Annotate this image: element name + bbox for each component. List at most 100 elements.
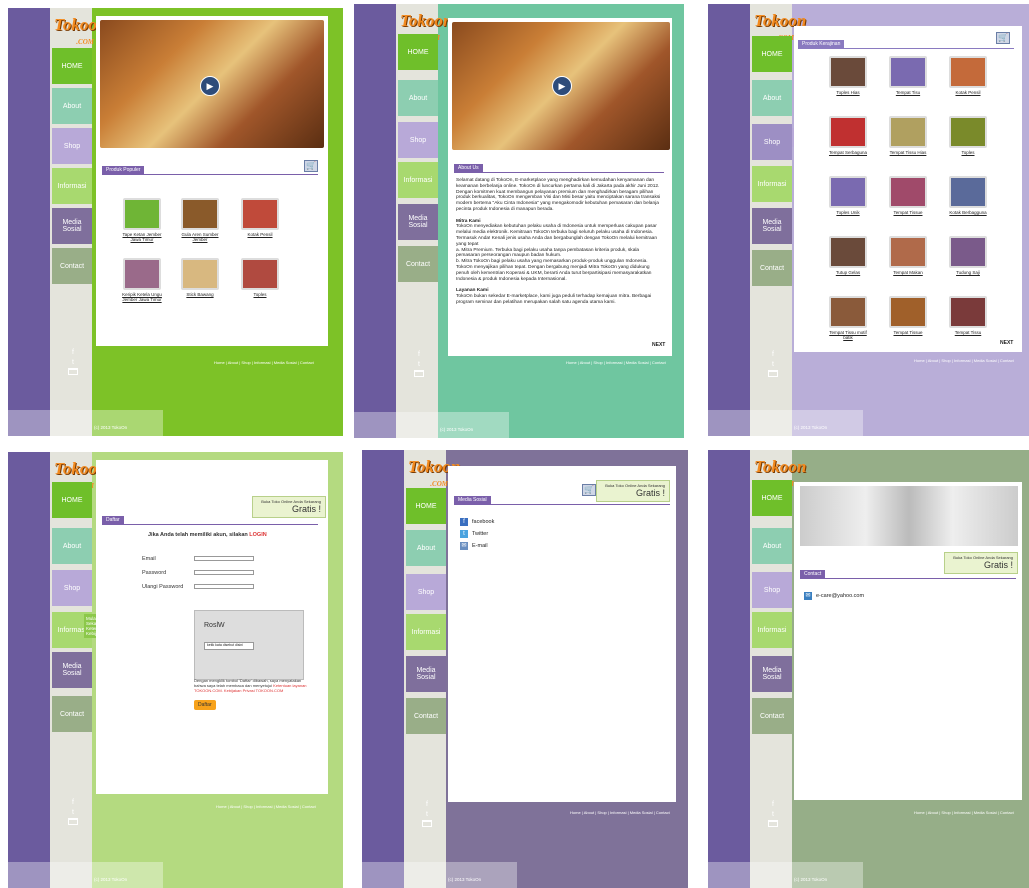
- nav-shop[interactable]: Shop: [406, 574, 446, 610]
- twitter-link[interactable]: t Twitter: [460, 530, 488, 538]
- category-card[interactable]: Tempat Makan: [886, 236, 930, 275]
- logo[interactable]: Tokoon.COM: [408, 453, 460, 489]
- nav-contact[interactable]: Contact: [398, 246, 438, 282]
- nav-media-sosial[interactable]: Media Sosial: [398, 204, 438, 240]
- cart-icon[interactable]: 🛒: [304, 160, 318, 172]
- nav-informasi[interactable]: Informasi: [752, 612, 792, 648]
- footer-links[interactable]: Home | About | Shop | Informasi | Media …: [914, 358, 1014, 363]
- nav-about[interactable]: About: [406, 530, 446, 566]
- nav-contact[interactable]: Contact: [52, 248, 92, 284]
- nav-shop[interactable]: Shop: [752, 572, 792, 608]
- product-card[interactable]: Stick Bawang: [178, 258, 222, 297]
- nav-contact[interactable]: Contact: [406, 698, 446, 734]
- category-card[interactable]: Tempat Tisu: [886, 56, 930, 95]
- email-link[interactable]: ✉ E-mail: [460, 542, 488, 550]
- category-card[interactable]: Toples: [946, 116, 990, 155]
- nav-media-sosial[interactable]: Media Sosial: [752, 656, 792, 692]
- nav-home[interactable]: HOME: [52, 482, 92, 518]
- facebook-link[interactable]: f facebook: [460, 518, 494, 526]
- nav-home[interactable]: HOME: [406, 488, 446, 524]
- play-icon[interactable]: ▶: [552, 76, 572, 96]
- nav-home[interactable]: HOME: [752, 36, 792, 72]
- nav-shop[interactable]: Shop: [752, 124, 792, 160]
- next-link[interactable]: NEXT: [652, 342, 665, 348]
- facebook-icon[interactable]: f: [766, 350, 780, 360]
- facebook-icon[interactable]: f: [420, 800, 434, 810]
- nav-media-sosial[interactable]: Media Sosial: [406, 656, 446, 692]
- category-card[interactable]: Kotak Pensil: [946, 56, 990, 95]
- email-field[interactable]: [194, 556, 254, 561]
- product-card[interactable]: Kotak Pensil: [238, 198, 282, 237]
- next-link[interactable]: NEXT: [1000, 340, 1013, 346]
- nav-shop[interactable]: Shop: [52, 128, 92, 164]
- twitter-icon[interactable]: t: [412, 360, 426, 370]
- cart-icon[interactable]: 🛒: [996, 32, 1010, 44]
- mail-icon[interactable]: [768, 820, 778, 827]
- category-card[interactable]: Tempat Tissue: [886, 296, 930, 335]
- twitter-icon[interactable]: t: [766, 810, 780, 820]
- repeat-password-field[interactable]: [194, 584, 254, 589]
- footer-links[interactable]: Home | About | Shop | Informasi | Media …: [570, 810, 670, 815]
- footer-links[interactable]: Home | About | Shop | Informasi | Media …: [566, 360, 666, 365]
- facebook-icon[interactable]: f: [66, 348, 80, 358]
- product-card[interactable]: Keripik Ketela Ungu Jember Jawa Timur: [120, 258, 164, 302]
- twitter-icon[interactable]: t: [766, 360, 780, 370]
- daftar-button[interactable]: Daftar: [194, 700, 216, 710]
- password-field[interactable]: [194, 570, 254, 575]
- footer-links[interactable]: Home | About | Shop | Informasi | Media …: [216, 804, 316, 809]
- captcha-input[interactable]: ketik kata disebut disini: [204, 642, 254, 650]
- mail-icon[interactable]: [68, 818, 78, 825]
- mail-icon[interactable]: [414, 370, 424, 377]
- category-card[interactable]: Tempat Tissu motif batik: [826, 296, 870, 340]
- nav-media-sosial[interactable]: Media Sosial: [752, 208, 792, 244]
- product-card[interactable]: Tape Ketan Jember Jawa Timur: [120, 198, 164, 242]
- category-card[interactable]: Kotak Berbagguna: [946, 176, 990, 215]
- nav-media-sosial[interactable]: Media Sosial: [52, 208, 92, 244]
- category-card[interactable]: Toples Unik: [826, 176, 870, 215]
- mail-icon[interactable]: [68, 368, 78, 375]
- email-contact[interactable]: ✉ e-care@yahoo.com: [804, 592, 864, 600]
- nav-informasi[interactable]: Informasi: [398, 162, 438, 198]
- nav-media-sosial[interactable]: Media Sosial: [52, 652, 92, 688]
- nav-informasi[interactable]: Informasi: [752, 166, 792, 202]
- nav-about[interactable]: About: [752, 80, 792, 116]
- footer-links[interactable]: Home | About | Shop | Informasi | Media …: [214, 360, 314, 365]
- facebook-icon[interactable]: f: [412, 350, 426, 360]
- nav-home[interactable]: HOME: [52, 48, 92, 84]
- category-card[interactable]: Tempat Tissu: [946, 296, 990, 335]
- twitter-icon[interactable]: t: [66, 358, 80, 368]
- nav-home[interactable]: HOME: [752, 480, 792, 516]
- mail-icon[interactable]: [422, 820, 432, 827]
- promo-banner[interactable]: Buka Toko Online Anda Sekarang Gratis !: [252, 496, 326, 518]
- twitter-icon[interactable]: t: [420, 810, 434, 820]
- play-icon[interactable]: ▶: [200, 76, 220, 96]
- category-card[interactable]: Tutup Gelas: [826, 236, 870, 275]
- nav-contact[interactable]: Contact: [52, 696, 92, 732]
- nav-home[interactable]: HOME: [398, 34, 438, 70]
- facebook-icon[interactable]: f: [66, 798, 80, 808]
- nav-informasi[interactable]: Informasi: [52, 168, 92, 204]
- footer-links[interactable]: Home | About | Shop | Informasi | Media …: [914, 810, 1014, 815]
- nav-about[interactable]: About: [52, 88, 92, 124]
- nav-about[interactable]: About: [52, 528, 92, 564]
- category-card[interactable]: Tudung Saji: [946, 236, 990, 275]
- nav-shop[interactable]: Shop: [398, 122, 438, 158]
- cart-icon[interactable]: 🛒: [582, 484, 596, 496]
- mail-icon[interactable]: [768, 370, 778, 377]
- product-card[interactable]: Gula Aren Sumber Jember: [178, 198, 222, 242]
- facebook-icon[interactable]: f: [766, 800, 780, 810]
- twitter-icon[interactable]: t: [66, 808, 80, 818]
- nav-informasi[interactable]: Informasi: [406, 614, 446, 650]
- product-card[interactable]: Toples: [238, 258, 282, 297]
- logo[interactable]: Tokoon.COM: [54, 11, 106, 47]
- category-card[interactable]: Toples Hias: [826, 56, 870, 95]
- category-card[interactable]: Tempat Serbaguna: [826, 116, 870, 155]
- nav-shop[interactable]: Shop: [52, 570, 92, 606]
- category-card[interactable]: Tempat Tissue: [886, 176, 930, 215]
- promo-banner[interactable]: Buka Toko Online Anda Sekarang Gratis !: [944, 552, 1018, 574]
- promo-banner[interactable]: Buka Toko Online Anda Sekarang Gratis !: [596, 480, 670, 502]
- nav-about[interactable]: About: [398, 80, 438, 116]
- nav-about[interactable]: About: [752, 528, 792, 564]
- category-card[interactable]: Tempat Tissu Hias: [886, 116, 930, 155]
- nav-contact[interactable]: Contact: [752, 250, 792, 286]
